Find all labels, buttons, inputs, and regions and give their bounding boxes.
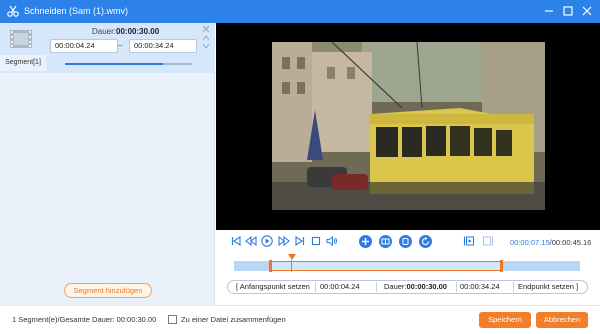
set-end-button[interactable]: Endpunkt setzen ]	[518, 281, 578, 293]
add-segment-icon	[362, 238, 369, 245]
merge-label: Zu einer Datei zusammenfügen	[181, 315, 286, 324]
reset-button[interactable]	[419, 235, 432, 248]
film-icon	[10, 30, 32, 48]
add-segment-round-button[interactable]	[359, 235, 372, 248]
edit-bar: [ Anfangspunkt setzen 00:00:04.24 Dauer:…	[227, 280, 588, 294]
playhead-marker-icon[interactable]	[288, 254, 296, 260]
segment-list-pane: Segment[1] Dauer:00:00:30.00 00:00:04.24…	[0, 23, 215, 305]
copy-segment-button[interactable]	[379, 235, 392, 248]
merge-checkbox[interactable]	[168, 315, 177, 324]
next-frame-icon[interactable]	[294, 235, 306, 247]
duration-value: 00:00:30.00	[406, 282, 447, 291]
segment-end-field[interactable]: 00:00:34.24	[129, 39, 197, 53]
time-current: 00:00:07.15	[510, 238, 550, 247]
set-end-label: Endpunkt setzen	[518, 282, 574, 291]
end-time-field[interactable]: 00:00:34.24	[460, 281, 500, 293]
edit-bar-divider	[456, 282, 457, 292]
playhead-line	[291, 260, 292, 272]
play-icon[interactable]	[261, 235, 273, 247]
close-icon[interactable]	[580, 4, 594, 18]
segment-label: Segment[1]	[0, 55, 46, 71]
forward-icon[interactable]	[278, 235, 290, 247]
duration-field: Dauer:00:00:30.00	[384, 281, 447, 293]
segment-slider-fill	[65, 63, 163, 65]
split-icon	[402, 238, 409, 245]
mark-out-icon[interactable]	[482, 235, 494, 247]
cancel-button[interactable]: Abbrechen	[536, 312, 588, 328]
volume-icon[interactable]	[326, 235, 338, 247]
video-frame-image	[272, 42, 545, 210]
chevron-down-icon[interactable]	[201, 42, 211, 50]
timeline-start-handle[interactable]	[269, 260, 272, 272]
segment-summary: 1 Segment(e)/Gesamte Dauer: 00:00:30.00	[12, 315, 157, 324]
stop-icon[interactable]	[310, 235, 322, 247]
scissors-icon	[7, 5, 19, 17]
segment-delete-icon[interactable]	[201, 25, 211, 33]
save-button[interactable]: Speichern	[479, 312, 531, 328]
mark-in-icon[interactable]	[463, 235, 475, 247]
segment-duration-label: Dauer:	[92, 27, 117, 36]
split-button[interactable]	[399, 235, 412, 248]
window-title: Schneiden (Sam (1).wmv)	[24, 6, 129, 16]
copy-segment-icon	[381, 238, 390, 245]
set-start-button[interactable]: [ Anfangspunkt setzen	[236, 281, 310, 293]
timeline-selection[interactable]	[270, 261, 502, 271]
segment-range-dash: –	[118, 41, 123, 50]
minimize-icon[interactable]	[542, 4, 556, 18]
timeline-end-handle[interactable]	[500, 260, 503, 272]
title-bar: Schneiden (Sam (1).wmv)	[0, 0, 600, 23]
prev-frame-icon[interactable]	[230, 235, 242, 247]
duration-label: Dauer:	[384, 282, 407, 291]
segment-row[interactable]: Segment[1] Dauer:00:00:30.00 00:00:04.24…	[0, 23, 215, 73]
add-segment-button[interactable]: Segment hinzufügen	[64, 283, 152, 298]
chevron-up-icon[interactable]	[201, 34, 211, 42]
set-start-label: Anfangspunkt setzen	[239, 282, 310, 291]
rewind-icon[interactable]	[245, 235, 257, 247]
edit-bar-divider	[376, 282, 377, 292]
start-time-field[interactable]: 00:00:04.24	[320, 281, 360, 293]
maximize-icon[interactable]	[561, 4, 575, 18]
time-readout: 00:00:07.15/00:00:45.16	[510, 238, 591, 247]
segment-start-field[interactable]: 00:00:04.24	[50, 39, 118, 53]
edit-bar-divider	[513, 282, 514, 292]
time-total: 00:00:45.16	[551, 238, 592, 247]
segment-duration-value: 00:00:30.00	[116, 27, 160, 36]
edit-bar-divider	[315, 282, 316, 292]
segment-duration: Dauer:00:00:30.00	[92, 27, 159, 36]
reset-icon	[421, 237, 430, 246]
